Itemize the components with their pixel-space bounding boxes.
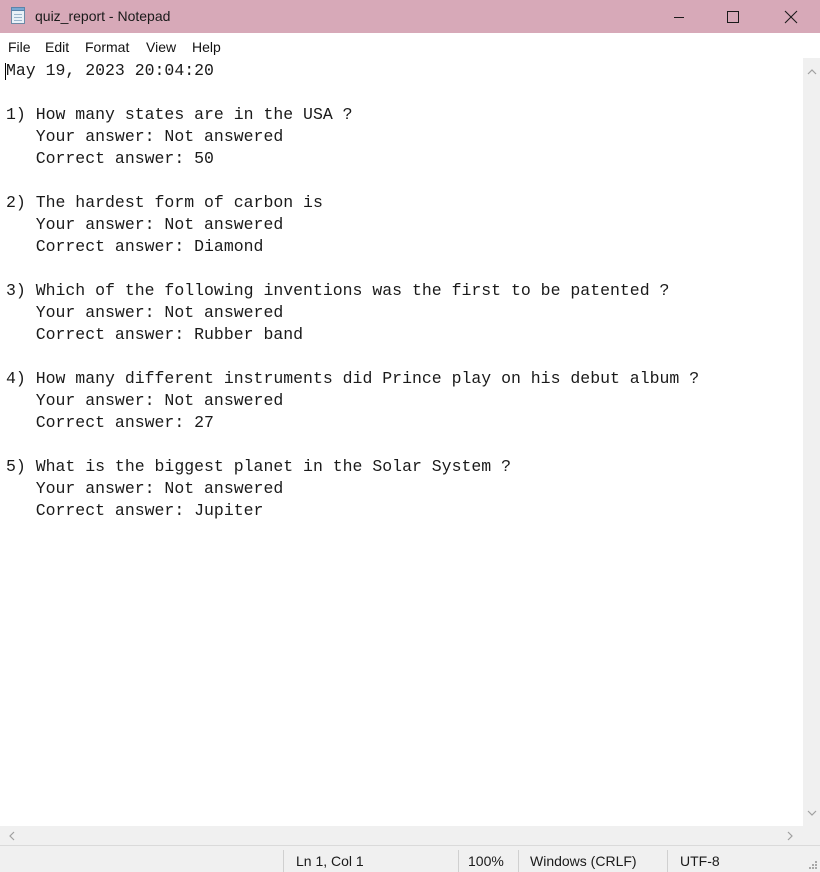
minimize-icon (674, 16, 684, 18)
text-line: Correct answer: Rubber band (6, 325, 304, 344)
text-line: May 19, 2023 20:04:20 (6, 61, 214, 80)
document-text[interactable]: May 19, 2023 20:04:20 1) How many states… (6, 60, 699, 522)
scrollbar-corner (803, 826, 820, 845)
status-divider (518, 850, 519, 872)
scroll-up-icon[interactable] (805, 64, 819, 78)
status-divider (667, 850, 668, 872)
scroll-left-icon[interactable] (4, 829, 18, 843)
text-caret (5, 63, 6, 80)
menu-help[interactable]: Help (192, 39, 221, 55)
menu-bar: File Edit Format View Help (0, 33, 820, 58)
scroll-right-icon[interactable] (783, 829, 797, 843)
text-line: Your answer: Not answered (6, 303, 284, 322)
horizontal-scrollbar[interactable] (0, 826, 803, 845)
text-line: 5) What is the biggest planet in the Sol… (6, 457, 511, 476)
vertical-scrollbar[interactable] (803, 58, 820, 826)
status-divider (283, 850, 284, 872)
title-bar[interactable]: quiz_report - Notepad (0, 0, 820, 33)
text-line: Your answer: Not answered (6, 215, 284, 234)
text-editor[interactable]: May 19, 2023 20:04:20 1) How many states… (0, 58, 803, 826)
resize-grip-icon[interactable] (808, 860, 818, 870)
encoding: UTF-8 (680, 853, 720, 869)
text-line: Your answer: Not answered (6, 391, 284, 410)
maximize-button[interactable] (704, 0, 762, 33)
text-line: 3) Which of the following inventions was… (6, 281, 670, 300)
close-button[interactable] (762, 0, 820, 33)
menu-view[interactable]: View (146, 39, 176, 55)
scroll-down-icon[interactable] (805, 806, 819, 820)
text-line: 1) How many states are in the USA ? (6, 105, 353, 124)
text-line: 2) The hardest form of carbon is (6, 193, 323, 212)
minimize-button[interactable] (650, 0, 708, 33)
zoom-level: 100% (468, 853, 504, 869)
status-divider (458, 850, 459, 872)
text-line: Correct answer: Diamond (6, 237, 264, 256)
text-line: 4) How many different instruments did Pr… (6, 369, 700, 388)
text-line: Your answer: Not answered (6, 479, 284, 498)
text-line: Correct answer: 50 (6, 149, 214, 168)
notepad-icon (11, 7, 25, 24)
line-ending: Windows (CRLF) (530, 853, 637, 869)
menu-file[interactable]: File (8, 39, 31, 55)
menu-edit[interactable]: Edit (45, 39, 69, 55)
text-line: Your answer: Not answered (6, 127, 284, 146)
close-icon (784, 10, 798, 23)
cursor-position: Ln 1, Col 1 (296, 853, 364, 869)
window-title: quiz_report - Notepad (35, 8, 171, 24)
maximize-icon (727, 10, 739, 23)
menu-format[interactable]: Format (85, 39, 129, 55)
status-bar: Ln 1, Col 1 100% Windows (CRLF) UTF-8 (0, 845, 820, 872)
text-line: Correct answer: Jupiter (6, 501, 264, 520)
text-line: Correct answer: 27 (6, 413, 214, 432)
